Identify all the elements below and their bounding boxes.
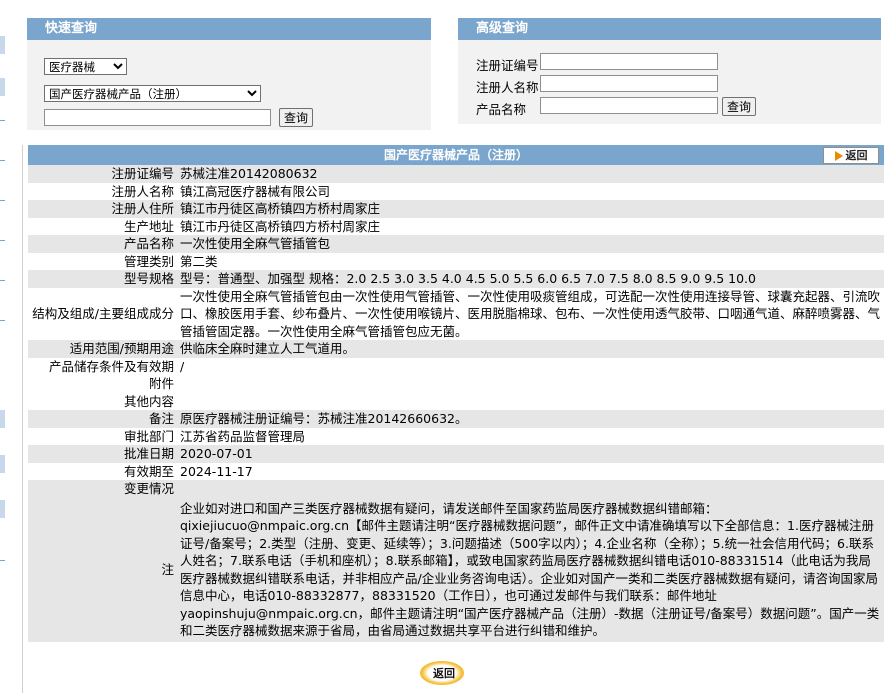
row-value: 第二类 [177,252,884,270]
quick-search-title: 快速查询 [27,18,431,40]
left-frame-strip [0,0,5,693]
row-label: 审批部门 [28,427,177,445]
row-value [177,392,884,410]
table-row: 产品名称 一次性使用全麻气管插管包 [28,235,884,253]
table-row: 批准日期 2020-07-01 [28,445,884,463]
table-row: 变更情况 [28,480,884,498]
row-label: 产品储存条件及有效期 [28,357,177,375]
back-button-bottom[interactable]: 返回 [408,660,468,686]
row-value: 苏械注准20142080632 [177,165,884,183]
detail-title-bar: 国产医疗器械产品（注册） 返回 [28,145,884,165]
row-label: 附件 [28,375,177,393]
row-value: / [177,357,884,375]
row-value: 江苏省药品监督管理局 [177,427,884,445]
row-label: 注册人住所 [28,200,177,218]
table-row: 备注 原医疗器械注册证编号：苏械注准20142660632。 [28,410,884,428]
database-select[interactable]: 国产医疗器械产品（注册） [44,85,261,102]
product-name-label: 产品名称 [476,102,527,117]
row-value: 供临床全麻时建立人工气道用。 [177,340,884,358]
row-label: 有效期至 [28,462,177,480]
registrant-label: 注册人名称 [476,80,539,95]
row-value: 型号：普通型、加强型 规格：2.0 2.5 3.0 3.5 4.0 4.5 5.… [177,270,884,288]
table-row: 生产地址 镇江市丹徒区高桥镇四方桥村周家庄 [28,217,884,235]
table-row: 管理类别 第二类 [28,252,884,270]
row-label: 变更情况 [28,480,177,498]
reg-number-label: 注册证编号 [476,58,539,73]
row-value [177,375,884,393]
row-value: 一次性使用全麻气管插管包 [177,235,884,253]
note-row: 注企业如对进口和国产三类医疗器械数据有疑问，请发送邮件至国家药监局医疗器械数据纠… [28,497,884,642]
row-value: 2024-11-17 [177,462,884,480]
product-name-input[interactable] [540,97,718,114]
row-label: 型号规格 [28,270,177,288]
detail-table: 注册证编号 苏械注准20142080632 注册人名称 镇江高冠医疗器械有限公司 注… [28,165,884,642]
row-label: 管理类别 [28,252,177,270]
row-label: 结构及组成/主要组成成分 [28,287,177,340]
arrow-right-icon [834,151,843,161]
table-row: 注册证编号 苏械注准20142080632 [28,165,884,183]
quick-search-panel: 快速查询 医疗器械 国产医疗器械产品（注册） 查询 [27,18,431,130]
row-value: 一次性使用全麻气管插管包由一次性使用气管插管、一次性使用吸痰管组成，可选配一次性… [177,287,884,340]
row-value: 镇江市丹徒区高桥镇四方桥村周家庄 [177,200,884,218]
row-label: 注册证编号 [28,165,177,183]
table-row: 有效期至 2024-11-17 [28,462,884,480]
advanced-search-panel: 高级查询 注册证编号 注册人名称 产品名称 查询 [458,18,881,124]
row-value: 镇江市丹徒区高桥镇四方桥村周家庄 [177,217,884,235]
row-value: 2020-07-01 [177,445,884,463]
advanced-search-button[interactable]: 查询 [722,97,757,116]
row-label: 备注 [28,410,177,428]
registrant-input[interactable] [540,75,718,92]
row-value [177,480,884,498]
table-row: 附件 [28,375,884,393]
detail-title: 国产医疗器械产品（注册） [383,148,528,162]
table-row: 型号规格 型号：普通型、加强型 规格：2.0 2.5 3.0 3.5 4.0 4.… [28,270,884,288]
quick-search-input[interactable] [44,109,271,126]
row-label: 生产地址 [28,217,177,235]
reg-number-input[interactable] [540,53,718,70]
table-row: 适用范围/预期用途 供临床全麻时建立人工气道用。 [28,340,884,358]
note-label: 注 [28,497,177,642]
row-label: 注册人名称 [28,182,177,200]
row-label: 产品名称 [28,235,177,253]
row-value: 镇江高冠医疗器械有限公司 [177,182,884,200]
back-button-bottom-label: 返回 [433,667,455,680]
category-select[interactable]: 医疗器械 [44,58,127,75]
back-button-top[interactable]: 返回 [823,147,879,164]
row-value: 原医疗器械注册证编号：苏械注准20142660632。 [177,410,884,428]
row-label: 批准日期 [28,445,177,463]
quick-search-button[interactable]: 查询 [279,108,314,127]
table-row: 其他内容 [28,392,884,410]
row-label: 适用范围/预期用途 [28,340,177,358]
table-row: 产品储存条件及有效期 / [28,357,884,375]
advanced-search-title: 高级查询 [458,18,881,40]
table-row: 审批部门 江苏省药品监督管理局 [28,427,884,445]
table-row: 注册人名称 镇江高冠医疗器械有限公司 [28,182,884,200]
table-row: 结构及组成/主要组成成分 一次性使用全麻气管插管包由一次性使用气管插管、一次性使用… [28,287,884,340]
row-label: 其他内容 [28,392,177,410]
table-row: 注册人住所 镇江市丹徒区高桥镇四方桥村周家庄 [28,200,884,218]
detail-panel: 国产医疗器械产品（注册） 返回 注册证编号 苏械注准20142080632 注册人… [22,145,885,693]
note-text: 企业如对进口和国产三类医疗器械数据有疑问，请发送邮件至国家药监局医疗器械数据纠错… [177,497,884,642]
back-button-top-label: 返回 [845,149,868,162]
